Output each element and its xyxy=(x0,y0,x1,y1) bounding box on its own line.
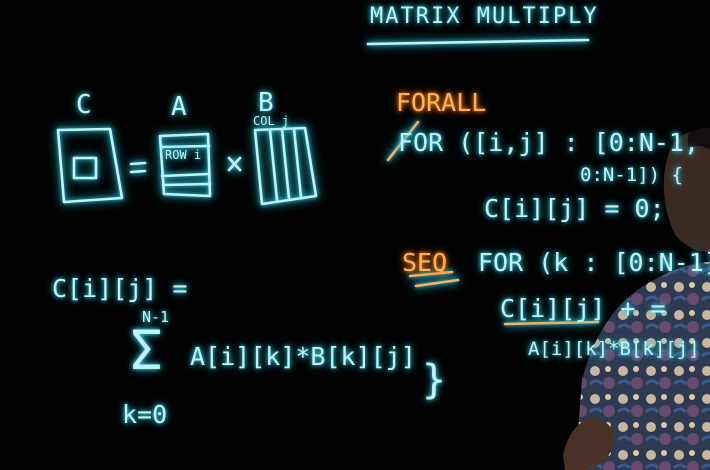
matrix-b-col-a xyxy=(268,128,279,202)
code-for-head: FOR ([i,j] : [0:N-1, xyxy=(398,128,700,157)
board-title: MATRIX MULTIPLY xyxy=(370,4,599,29)
code-accumulate: C[i][j] + = xyxy=(500,294,666,323)
label-c: C xyxy=(76,90,92,120)
label-b: B xyxy=(258,88,274,118)
code-seq-for: FOR (k : [0:N-1]) xyxy=(478,248,710,277)
formula-sigma: Σ xyxy=(130,319,163,382)
formula-lhs: C[i][j] = xyxy=(52,274,188,303)
matrix-a-box xyxy=(158,132,212,198)
matrix-a-row-line xyxy=(161,182,212,187)
code-forall: FORALL xyxy=(396,88,487,117)
matrix-c-element xyxy=(72,156,98,180)
code-close-brace: } xyxy=(422,357,447,403)
formula-lower-limit: k=0 xyxy=(122,400,168,429)
diagram-equals-top xyxy=(129,161,147,166)
col-label: COL j xyxy=(253,114,290,128)
matrix-b-col-b xyxy=(280,127,291,201)
code-accumulate-2: A[i][k]*B[k][j] xyxy=(528,338,700,360)
label-a: A xyxy=(171,92,187,122)
code-init: C[i][j] = 0; xyxy=(484,194,665,223)
lightboard: MATRIX MULTIPLY C A B ROW i COL j C[i][j… xyxy=(0,0,710,470)
matrix-c-box xyxy=(56,127,124,204)
seq-underline-b xyxy=(414,278,460,288)
matrix-a-row-top xyxy=(159,144,211,149)
formula-body: A[i][k]*B[k][j] xyxy=(190,342,416,371)
diagram-equals-bottom xyxy=(129,169,147,174)
row-label: ROW i xyxy=(165,148,202,162)
ink-strokes xyxy=(56,38,600,326)
code-for-head-2: 0:N-1]) { xyxy=(580,164,683,186)
matrix-b-col-c xyxy=(292,127,303,199)
matrix-a-row-bottom xyxy=(160,172,211,178)
title-underline xyxy=(366,38,590,46)
code-seq: SEQ xyxy=(402,248,448,277)
